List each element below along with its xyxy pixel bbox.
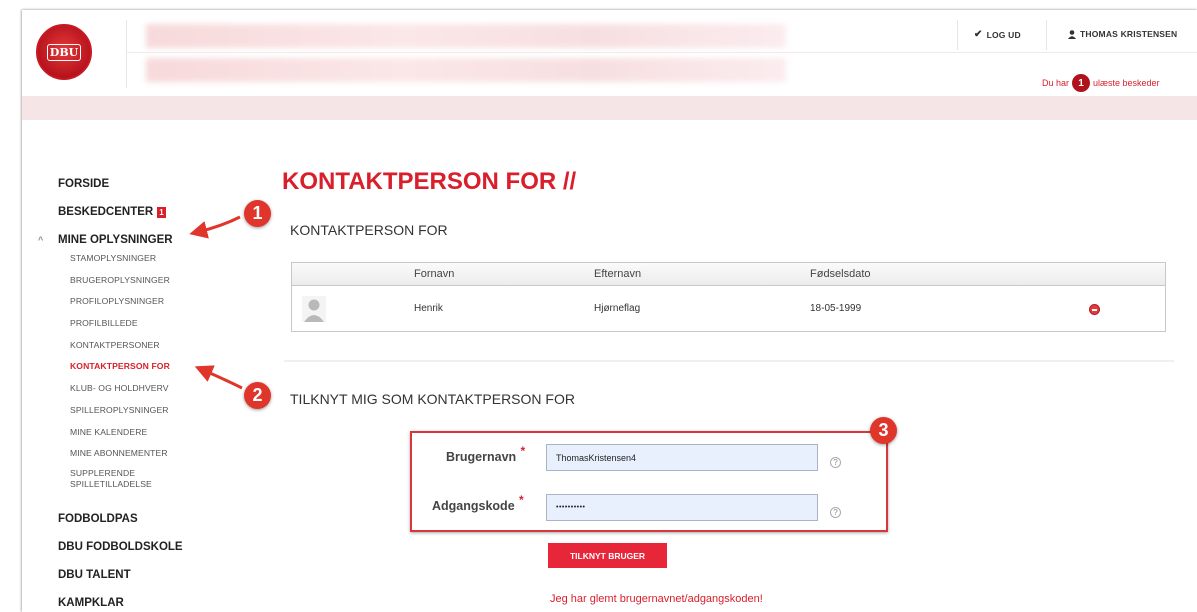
header-band — [22, 96, 1197, 120]
sidebar-item-kampklar[interactable]: KAMPKLAR — [58, 589, 238, 612]
cell-efternavn: Hjørneflag — [594, 303, 641, 314]
sidebar-subitem-brugeroplysninger[interactable]: BRUGEROPLYSNINGER — [70, 270, 238, 292]
chevron-up-icon[interactable]: ^ — [38, 226, 43, 254]
sidebar-subitem-mine-kalendere[interactable]: MINE KALENDERE — [70, 422, 238, 444]
annotation-highlight-box — [410, 431, 888, 532]
sidebar-subitem-profiloplysninger[interactable]: PROFILOPLYSNINGER — [70, 291, 238, 313]
user-menu[interactable]: THOMAS KRISTENSEN — [1068, 29, 1177, 39]
unread-messages-notice[interactable]: Du har 1 ulæste beskeder — [1042, 74, 1160, 92]
section-divider — [284, 360, 1174, 362]
blurred-header-content — [146, 24, 786, 48]
beskedcenter-badge: 1 — [157, 206, 166, 218]
user-icon — [1068, 29, 1076, 39]
user-name: THOMAS KRISTENSEN — [1080, 29, 1178, 39]
table-row: Henrik Hjørneflag 18-05-1999 — [292, 286, 1165, 332]
sidebar-item-mine-oplysninger[interactable]: ^ MINE OPLYSNINGER — [38, 226, 238, 254]
header-divider — [126, 20, 127, 88]
sidebar-subitem-kontaktpersoner[interactable]: KONTAKTPERSONER — [70, 335, 238, 357]
logo-text: DBU — [46, 43, 82, 61]
column-header-foedselsdato: Fødselsdato — [810, 268, 871, 280]
dbu-logo[interactable]: DBU — [36, 24, 92, 80]
sidebar-item-dbu-talent[interactable]: DBU TALENT — [58, 561, 238, 589]
message-suffix: ulæste beskeder — [1093, 78, 1160, 88]
sidebar-nav: FORSIDE BESKEDCENTER 1 ^ MINE OPLYSNINGE… — [38, 170, 238, 612]
message-count-badge: 1 — [1072, 74, 1091, 92]
table-header: Fornavn Efternavn Fødselsdato — [292, 263, 1165, 286]
sidebar-item-dbu-fodboldskole[interactable]: DBU FODBOLDSKOLE — [58, 533, 238, 561]
sidebar-subitem-supplerende-spilletilladelse[interactable]: SUPPLERENDE SPILLETILLADELSE — [70, 465, 200, 505]
section-title-attach: TILKNYT MIG SOM KONTAKTPERSON FOR — [290, 391, 575, 407]
sidebar-item-label: BESKEDCENTER — [58, 206, 154, 218]
page-title: KONTAKTPERSON FOR // — [282, 168, 577, 195]
sidebar-subitem-profilbillede[interactable]: PROFILBILLEDE — [70, 313, 238, 335]
sidebar-item-forside[interactable]: FORSIDE — [58, 170, 238, 198]
annotation-callout-1: 1 — [244, 200, 271, 227]
header-divider — [957, 20, 958, 50]
contacts-table: Fornavn Efternavn Fødselsdato Henrik Hjø… — [291, 262, 1166, 332]
sidebar-subitem-kontaktperson-for[interactable]: KONTAKTPERSON FOR — [70, 356, 238, 378]
sidebar-subitem-klub-og-holdhverv[interactable]: KLUB- OG HOLDHVERV — [70, 378, 238, 400]
message-prefix: Du har — [1042, 78, 1070, 88]
sidebar-subitem-spilleroplysninger[interactable]: SPILLEROPLYSNINGER — [70, 400, 238, 422]
blurred-header-content — [146, 58, 786, 82]
column-header-efternavn: Efternavn — [594, 268, 642, 280]
sidebar-subitem-mine-abonnementer[interactable]: MINE ABONNEMENTER — [70, 443, 238, 465]
forgot-credentials-link[interactable]: Jeg har glemt brugernavnet/adgangskoden! — [550, 593, 763, 605]
cell-foedselsdato: 18-05-1999 — [810, 303, 862, 314]
avatar-placeholder-icon — [302, 296, 326, 322]
logout-link[interactable]: ✔ LOG UD — [974, 29, 1021, 40]
remove-contact-icon[interactable] — [1089, 304, 1100, 315]
header-divider — [1046, 20, 1047, 50]
sidebar-item-label: MINE OPLYSNINGER — [58, 234, 173, 246]
checkmark-icon: ✔ — [974, 29, 983, 40]
sidebar-item-fodboldpas[interactable]: FODBOLDPAS — [58, 505, 238, 533]
logout-label: LOG UD — [986, 29, 1021, 40]
app-window: DBU ✔ LOG UD THOMAS KRISTENSEN Du har 1 … — [22, 10, 1197, 612]
annotation-callout-2: 2 — [244, 382, 271, 409]
attach-user-button[interactable]: TILKNYT BRUGER — [548, 543, 667, 568]
column-header-fornavn: Fornavn — [414, 268, 455, 280]
sidebar-item-label: FORSIDE — [58, 178, 110, 190]
sidebar-item-beskedcenter[interactable]: BESKEDCENTER 1 — [58, 198, 238, 226]
section-title-contacts: KONTAKTPERSON FOR — [290, 222, 448, 238]
header-divider — [126, 52, 1197, 53]
annotation-callout-3: 3 — [870, 417, 897, 444]
cell-fornavn: Henrik — [414, 303, 443, 314]
